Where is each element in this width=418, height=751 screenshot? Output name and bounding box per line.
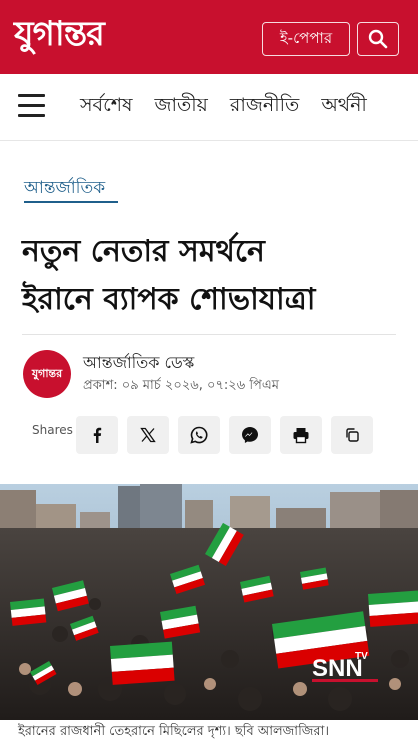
share-messenger-button[interactable] [229,416,271,454]
site-logo[interactable]: যুগান্তর [14,12,105,60]
article-hero-image: SNN TV [0,484,418,720]
article-headline: নতুন নেতার সমর্থনে ইরানে ব্যাপক শোভাযাত্… [22,228,402,324]
share-copy-button[interactable] [331,416,373,454]
print-icon [293,428,309,444]
watermark-underline [312,679,378,682]
nav-item-politics[interactable]: রাজনীতি [230,91,299,123]
shares-label: Shares [32,423,73,437]
search-icon [368,29,388,49]
whatsapp-icon [190,426,208,444]
image-caption: ইরানের রাজধানী তেহরানে মিছিলের দৃশ্য। ছব… [18,724,329,739]
headline-line-1: নতুন নেতার সমর্থনে [22,234,265,269]
site-header: যুগান্তর ই-পেপার [0,0,418,74]
hamburger-menu-icon[interactable] [18,94,45,118]
nav-item-economy[interactable]: অর্থনী [321,91,367,123]
nav-items: সর্বশেষ জাতীয় রাজনীতি অর্থনী [80,74,389,140]
category-nav: সর্বশেষ জাতীয় রাজনীতি অর্থনী [0,74,418,141]
author-name[interactable]: আন্তর্জাতিক ডেস্ক [83,350,194,377]
epaper-button[interactable]: ই-পেপার [262,22,350,56]
snn-watermark-tv: TV [355,651,368,662]
publish-date: প্রকাশ: ০৯ মার্চ ২০২৬, ০৭:২৬ পিএম [83,378,279,393]
author-avatar: যুগান্তর [23,350,71,398]
share-whatsapp-button[interactable] [178,416,220,454]
category-underline [24,201,118,203]
rally-photo: SNN TV [0,484,418,720]
messenger-icon [242,427,258,443]
copy-icon [346,428,359,442]
share-print-button[interactable] [280,416,322,454]
nav-item-latest[interactable]: সর্বশেষ [80,91,132,123]
nav-item-national[interactable]: জাতীয় [154,91,207,123]
share-facebook-button[interactable] [76,416,118,454]
facebook-icon [93,427,102,443]
article-category-link[interactable]: আন্তর্জাতিক [24,175,105,203]
headline-line-2: ইরানে ব্যাপক শোভাযাত্রা [22,282,316,317]
divider [22,334,396,335]
search-button[interactable] [357,22,399,56]
x-icon [140,427,156,443]
share-x-button[interactable] [127,416,169,454]
